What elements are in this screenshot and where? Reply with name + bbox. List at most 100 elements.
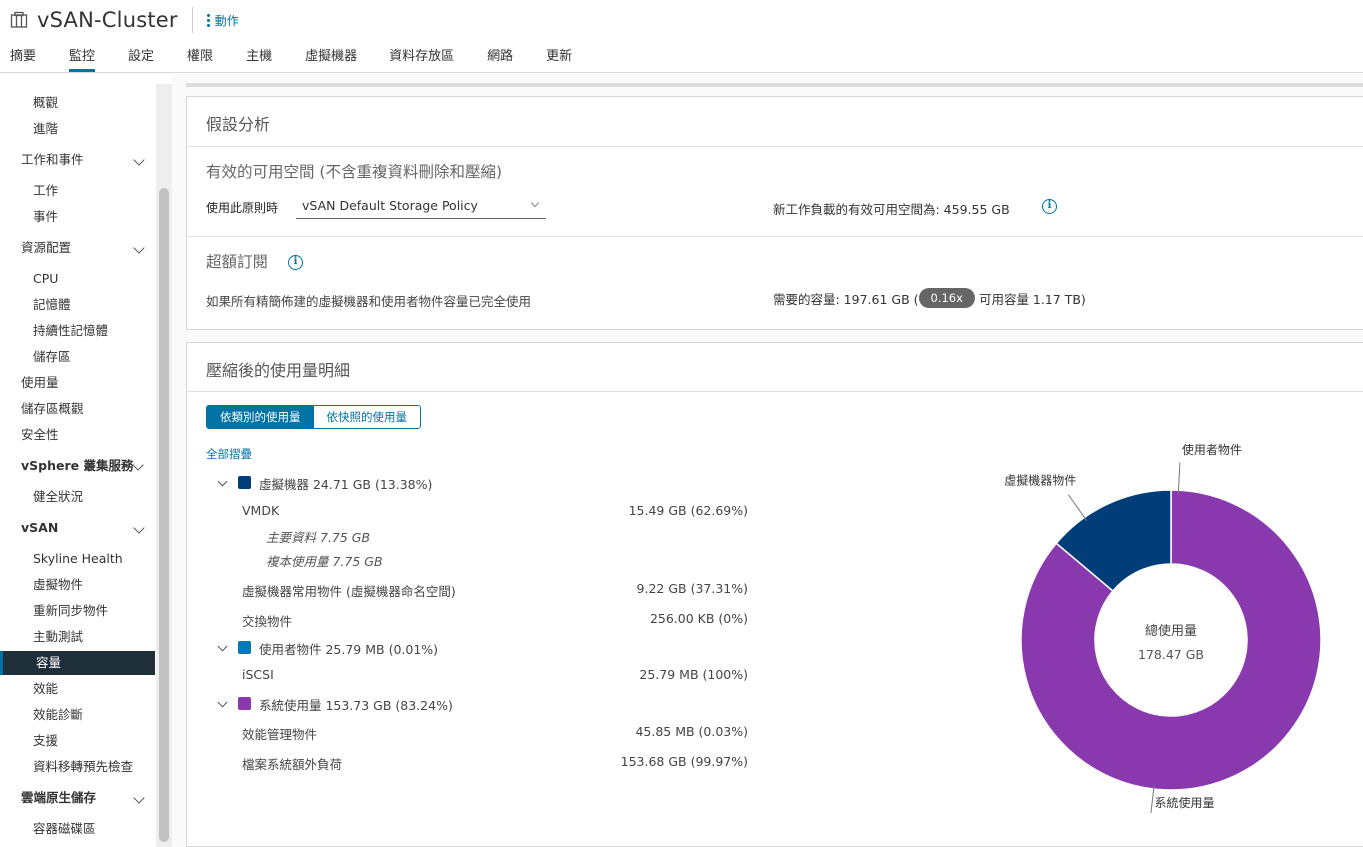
usage-breakdown-card: 壓縮後的使用量明細 依類別的使用量 依快照的使用量 全部摺疊 虛擬機器 24.7… — [186, 342, 1363, 847]
donut-center-value: 178.47 GB — [1138, 647, 1204, 662]
sidebar-group-label: 工作和事件 — [21, 152, 84, 167]
ratio-badge: 0.16x — [918, 288, 975, 308]
chevron-down-icon — [132, 459, 144, 471]
vm-home-name: 虛擬機器常用物件 (虛擬機器命名空間) — [242, 584, 456, 599]
sidebar: 概觀 進階 工作和事件 工作 事件 資源配置 CPU 記憶體 持續性記憶體 儲存… — [0, 84, 172, 847]
vm-home-value: 9.22 GB (37.31%) — [636, 581, 748, 596]
vmdk-name: VMDK — [242, 503, 280, 518]
sidebar-item-performance-diagnostics[interactable]: 效能診斷 — [0, 703, 155, 727]
tab-summary[interactable]: 摘要 — [10, 44, 36, 72]
chevron-down-icon — [133, 242, 145, 254]
chevron-down-icon — [133, 154, 145, 166]
tab-permissions[interactable]: 權限 — [187, 44, 213, 72]
effective-space-title: 有效的可用空間 (不含重複資料刪除和壓縮) — [206, 163, 503, 181]
sidebar-item-memory[interactable]: 記憶體 — [0, 293, 155, 317]
sidebar-group-label: 雲端原生儲存 — [21, 790, 97, 805]
system-usage-swatch — [238, 697, 251, 710]
vm-group-label: 虛擬機器 24.71 GB (13.38%) — [259, 477, 433, 492]
usage-donut-chart: 虛擬機器物件 使用者物件系統使用量 總使用量 178.47 GB — [1004, 443, 1322, 813]
tab-datastores[interactable]: 資料存放區 — [389, 44, 454, 72]
fs-overhead-value: 153.68 GB (99.97%) — [620, 754, 748, 769]
sidebar-item-resync-objects[interactable]: 重新同步物件 — [0, 599, 155, 623]
sidebar-item-tasks[interactable]: 工作 — [0, 179, 155, 203]
sidebar-item-utilization[interactable]: 使用量 — [0, 371, 155, 395]
sidebar-group-tasks-events[interactable]: 工作和事件 — [0, 148, 155, 172]
sidebar-item-performance[interactable]: 效能 — [0, 677, 155, 701]
iscsi-name: iSCSI — [242, 667, 274, 682]
iscsi-value: 25.79 MB (100%) — [639, 667, 748, 682]
sidebar-item-security[interactable]: 安全性 — [0, 423, 155, 447]
storage-policy-select[interactable]: vSAN Default Storage Policy — [296, 195, 546, 219]
collapse-all-link[interactable]: 全部摺疊 — [206, 446, 252, 462]
donut-leader-line — [1067, 494, 1088, 522]
actions-label: 動作 — [214, 13, 239, 28]
system-group-label: 系統使用量 153.73 GB (83.24%) — [259, 698, 453, 713]
sidebar-scrollbar-thumb[interactable] — [159, 188, 169, 842]
divider — [187, 236, 1363, 237]
replica-usage: 複本使用量 7.75 GB — [266, 554, 383, 569]
info-icon[interactable]: i — [1042, 199, 1057, 214]
divider — [187, 146, 1363, 147]
perf-mgmt-name: 效能管理物件 — [242, 727, 318, 742]
sidebar-group-cloud-native-storage[interactable]: 雲端原生儲存 — [0, 786, 155, 810]
policy-label: 使用此原則時 — [206, 201, 279, 215]
sidebar-item-proactive-tests[interactable]: 主動測試 — [0, 625, 155, 649]
usage-by-category-button[interactable]: 依類別的使用量 — [207, 406, 314, 428]
sidebar-item-skyline-health[interactable]: Skyline Health — [0, 547, 155, 571]
swap-name: 交換物件 — [242, 614, 293, 629]
tab-hosts[interactable]: 主機 — [246, 44, 272, 72]
kebab-icon — [206, 13, 210, 27]
page-title: vSAN-Cluster — [37, 8, 178, 32]
tab-configure[interactable]: 設定 — [128, 44, 154, 72]
sidebar-item-virtual-objects[interactable]: 虛擬物件 — [0, 573, 155, 597]
actions-menu[interactable]: 動作 — [206, 12, 239, 29]
chevron-down-icon[interactable] — [217, 697, 228, 708]
sidebar-group-vsan[interactable]: vSAN — [0, 516, 155, 540]
chevron-down-icon — [133, 792, 145, 804]
sidebar-group-resource-allocation[interactable]: 資源配置 — [0, 236, 155, 260]
sidebar-item-container-volumes[interactable]: 容器磁碟區 — [0, 817, 155, 841]
oversubscription-title: 超額訂閱 — [206, 253, 269, 271]
header: vSAN-Cluster 動作 摘要 監控 設定 權限 主機 虛擬機器 資料存放… — [0, 0, 1363, 73]
tab-networks[interactable]: 網路 — [487, 44, 513, 72]
tab-monitor[interactable]: 監控 — [69, 44, 96, 72]
donut-center-label: 總使用量 — [1145, 623, 1197, 639]
sidebar-item-advanced[interactable]: 進階 — [0, 117, 155, 141]
sidebar-item-events[interactable]: 事件 — [0, 205, 155, 229]
usage-breakdown-title: 壓縮後的使用量明細 — [206, 361, 351, 380]
sidebar-item-capacity[interactable]: 容量 — [0, 651, 155, 675]
sidebar-item-data-migration-precheck[interactable]: 資料移轉預先檢查 — [0, 755, 155, 779]
tab-vms[interactable]: 虛擬機器 — [305, 44, 357, 72]
vm-swatch — [238, 476, 251, 489]
fs-overhead-name: 檔案系統額外負荷 — [242, 757, 343, 772]
tab-updates[interactable]: 更新 — [546, 44, 572, 72]
user-group-label: 使用者物件 25.79 MB (0.01%) — [259, 642, 439, 657]
required-capacity-text: 需要的容量: 197.61 GB ( 0.16x 可用容量 1.17 TB) — [773, 288, 1086, 308]
swap-value: 256.00 KB (0%) — [649, 611, 748, 626]
title-separator — [191, 7, 193, 33]
available-capacity: 可用容量 1.17 TB) — [978, 291, 1086, 307]
sidebar-group-vsphere-cluster-services[interactable]: vSphere 叢集服務 — [0, 454, 155, 478]
sidebar-group-label: vSphere 叢集服務 — [21, 458, 134, 473]
sidebar-item-storage-overview[interactable]: 儲存區概觀 — [0, 397, 155, 421]
top-divider — [186, 83, 1363, 87]
sidebar-item-health[interactable]: 健全狀況 — [0, 485, 155, 509]
sidebar-item-storage[interactable]: 儲存區 — [0, 345, 155, 369]
vmdk-value: 15.49 GB (62.69%) — [628, 503, 748, 518]
sidebar-group-label: vSAN — [21, 520, 59, 535]
usage-by-snapshot-button[interactable]: 依快照的使用量 — [313, 406, 420, 428]
sidebar-item-support[interactable]: 支援 — [0, 729, 155, 753]
effective-space-text: 新工作負載的有效可用空間為: 459.55 GB — [773, 202, 1010, 217]
chevron-down-icon[interactable] — [217, 641, 228, 652]
primary-data: 主要資料 7.75 GB — [266, 530, 371, 545]
storage-policy-value: vSAN Default Storage Policy — [302, 198, 478, 213]
chevron-down-icon[interactable] — [217, 476, 228, 487]
sidebar-item-overview[interactable]: 概觀 — [0, 91, 155, 115]
oversubscription-description: 如果所有精簡佈建的虛擬機器和使用者物件容量已完全使用 — [206, 294, 532, 309]
usage-view-toggle: 依類別的使用量 依快照的使用量 — [206, 405, 421, 429]
chevron-down-icon — [133, 522, 145, 534]
sidebar-item-persistent-memory[interactable]: 持續性記憶體 — [0, 319, 155, 343]
sidebar-item-cpu[interactable]: CPU — [0, 267, 155, 291]
title-row: vSAN-Cluster 動作 — [10, 6, 239, 34]
info-icon[interactable]: i — [288, 255, 303, 270]
